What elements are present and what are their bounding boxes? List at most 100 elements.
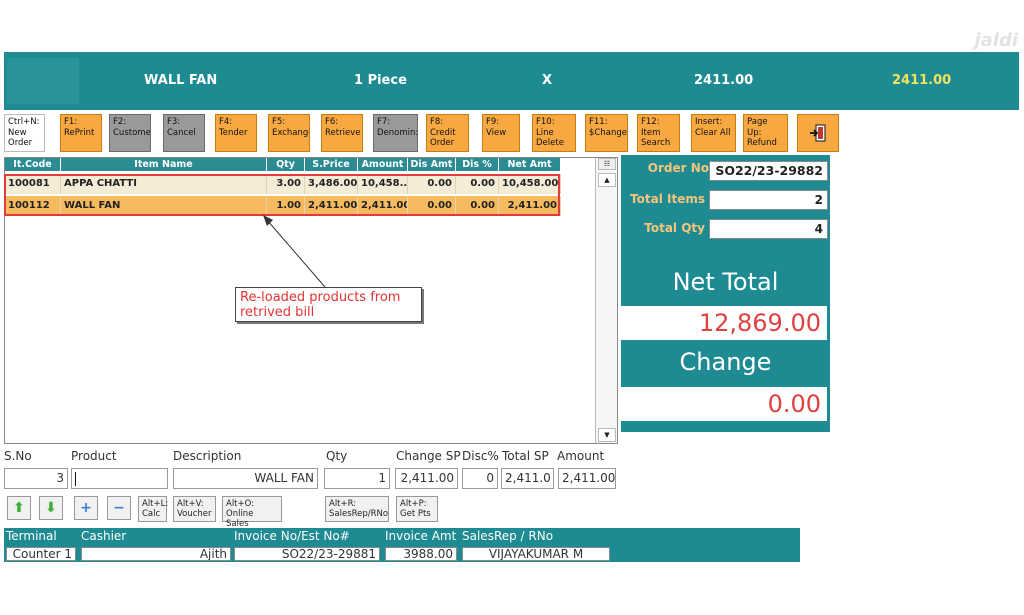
order-summary-panel: Order No SO22/23-29882 Total Items 2 Tot… <box>621 155 830 432</box>
column-header[interactable]: Dis % <box>456 158 499 171</box>
amount-field[interactable]: 2,411.00 <box>558 468 616 489</box>
fkey-shortcut: Page Up: <box>747 117 768 138</box>
invoice-no-value: SO22/23-29881 <box>234 547 380 561</box>
text-cursor <box>75 471 76 486</box>
product-input[interactable] <box>71 468 168 489</box>
fkey-shortcut: F6: <box>325 117 339 127</box>
column-header[interactable]: It.Code <box>5 158 61 171</box>
scroll-up-button[interactable]: ▲ <box>598 173 616 187</box>
fkey-button[interactable]: F7: Denomin: <box>373 114 418 152</box>
fkey-label: Denomin: <box>377 127 418 138</box>
fkey-button[interactable]: F12: Item Search <box>637 114 680 152</box>
fkey-label: New Order <box>8 127 33 149</box>
column-header[interactable]: Qty <box>267 158 305 171</box>
fkey-button[interactable]: F1: RePrint <box>60 114 102 152</box>
callout-line-2: retrived bill <box>240 305 315 320</box>
invoice-amt-label: Invoice Amt <box>385 529 457 543</box>
fkey-shortcut: F5: <box>272 117 286 127</box>
move-up-button[interactable]: ⬆ <box>7 496 31 520</box>
salesrep-button[interactable]: Alt+R: SalesRep/RNo <box>325 496 389 522</box>
grid-menu-icon[interactable]: ☷ <box>598 158 616 170</box>
fkey-button[interactable]: Insert: Clear All <box>691 114 736 152</box>
fkey-button[interactable]: F8: Credit Order <box>426 114 469 152</box>
fkey-label: Refund <box>747 138 777 148</box>
get-points-button[interactable]: Alt+P: Get Pts <box>396 496 438 522</box>
disc-label: Disc% <box>462 449 499 463</box>
qty-field[interactable]: 1 <box>324 468 390 489</box>
banner-quantity: 1 Piece <box>354 73 407 88</box>
fkey-button[interactable]: Page Up: Refund <box>743 114 788 152</box>
fkey-shortcut: F10: <box>536 117 555 127</box>
fkey-label: Tender <box>219 127 248 138</box>
annotation-callout: Re-loaded products from retrived bill <box>235 287 422 322</box>
fkey-label: RePrint <box>64 127 95 138</box>
change-label: Change <box>679 348 772 376</box>
change-sp-field[interactable]: 2,411.00 <box>395 468 458 489</box>
change-sp-label: Change SP <box>396 449 461 463</box>
exit-icon <box>810 124 826 142</box>
minus-icon: − <box>113 500 125 516</box>
amount-label: Amount <box>557 449 605 463</box>
terminal-label: Terminal <box>6 529 57 543</box>
fkey-button[interactable]: F11: $Change <box>585 114 628 152</box>
fkey-button[interactable]: Ctrl+N: New Order <box>4 114 45 152</box>
change-value: 0.00 <box>621 387 827 421</box>
reduce-qty-button[interactable]: − <box>107 496 131 520</box>
banner-multiply: X <box>542 73 553 88</box>
cashier-value: Ajith <box>81 547 231 561</box>
fkey-button[interactable]: F4: Tender <box>215 114 257 152</box>
disc-field[interactable]: 0 <box>462 468 498 489</box>
calc-button[interactable]: Alt+L: Calc <box>138 496 168 522</box>
sno-field[interactable]: 3 <box>4 468 68 489</box>
arrow-up-icon: ⬆ <box>13 500 25 516</box>
fkey-label: Credit Order <box>430 127 456 149</box>
net-total-value: 12,869.00 <box>621 306 827 340</box>
total-sp-field[interactable]: 2,411.0 <box>501 468 554 489</box>
online-sales-button[interactable]: Alt+O: Online Sales <box>222 496 282 529</box>
status-footer: Terminal Cashier Invoice No/Est No# Invo… <box>4 528 800 562</box>
product-label: Product <box>71 449 117 463</box>
invoice-no-label: Invoice No/Est No# <box>234 529 350 543</box>
fkey-button[interactable]: F5: Exchange <box>268 114 310 152</box>
qty-label: Qty <box>326 449 348 463</box>
terminal-value: Counter 1 <box>6 547 76 561</box>
salesrep-value: VIJAYAKUMAR M <box>462 547 610 561</box>
column-header[interactable]: Dis Amt <box>408 158 456 171</box>
order-no-label: Order No <box>647 161 709 175</box>
fkey-shortcut: Ctrl+N: <box>8 117 40 127</box>
fkey-label: Clear All <box>695 127 731 138</box>
column-header[interactable]: S.Price <box>305 158 358 171</box>
arrow-down-icon: ⬇ <box>45 500 57 516</box>
fkey-button[interactable]: F9: View <box>482 114 520 152</box>
description-field[interactable]: WALL FAN <box>173 468 318 489</box>
fkey-shortcut: F12: <box>641 117 660 127</box>
scroll-down-button[interactable]: ▼ <box>598 428 616 442</box>
column-header[interactable]: Net Amt <box>499 158 561 171</box>
callout-line-1: Re-loaded products from <box>240 290 401 305</box>
banner-total: 2411.00 <box>892 73 952 88</box>
fkey-button[interactable]: F10: Line Delete <box>532 114 576 152</box>
description-label: Description <box>173 449 242 463</box>
brand-logo: jaldi <box>974 30 1018 51</box>
voucher-button[interactable]: Alt+V: Voucher <box>173 496 216 522</box>
column-header[interactable]: Item Name <box>61 158 267 171</box>
invoice-amt-value: 3988.00 <box>385 547 457 561</box>
fkey-shortcut: F2: <box>113 117 127 127</box>
total-items-label: Total Items <box>630 192 705 206</box>
net-total-label: Net Total <box>672 268 779 296</box>
fkey-button[interactable]: F3: Cancel <box>163 114 205 152</box>
add-qty-button[interactable]: + <box>74 496 98 520</box>
move-down-button[interactable]: ⬇ <box>39 496 63 520</box>
sno-label: S.No <box>4 449 32 463</box>
cashier-label: Cashier <box>81 529 127 543</box>
exit-button[interactable] <box>797 114 839 152</box>
fkey-button[interactable]: F2: Customer <box>109 114 151 152</box>
grid-scrollbar[interactable]: ☷ ▲ ▼ <box>595 158 617 443</box>
fkey-button[interactable]: F6: Retrieve <box>321 114 363 152</box>
item-banner: WALL FAN 1 Piece X 2411.00 2411.00 <box>4 52 1019 110</box>
fkey-label: Customer <box>113 127 151 138</box>
column-header[interactable]: Amount <box>358 158 408 171</box>
fkey-shortcut: F8: <box>430 117 444 127</box>
order-no-field: SO22/23-29882 <box>709 161 828 181</box>
fkey-label: Line Delete <box>536 127 564 149</box>
